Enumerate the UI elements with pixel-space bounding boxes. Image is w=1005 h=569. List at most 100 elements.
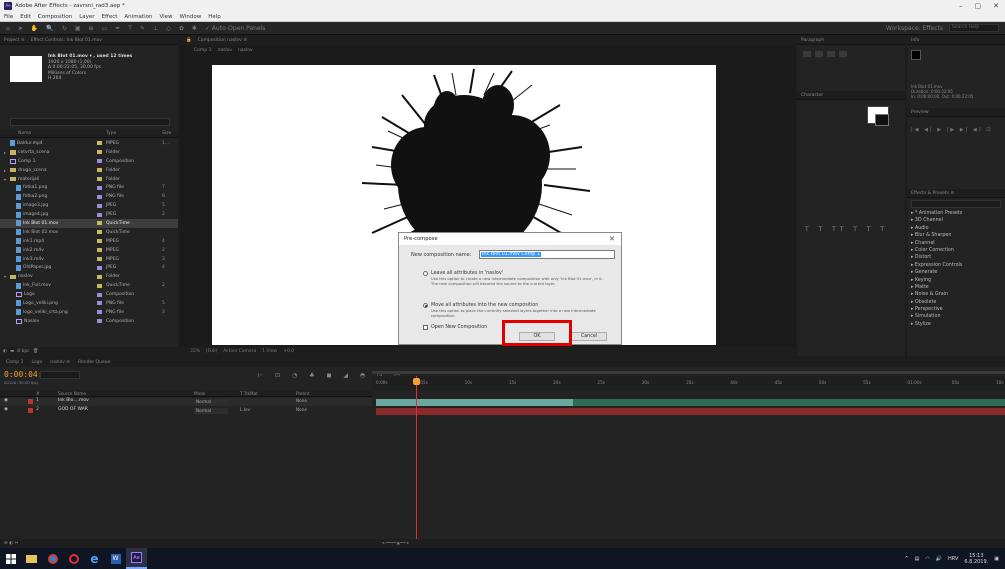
pan-behind-tool-icon[interactable]: ⊕ [89, 25, 94, 32]
after-effects-taskbar-icon[interactable]: Ae [126, 548, 147, 569]
auto-open-panels-toggle[interactable]: ✓ Auto-Open Panels [205, 25, 266, 32]
project-search-input[interactable] [10, 118, 170, 126]
effects-category[interactable]: ▸ Perspective [907, 306, 1005, 313]
time-ruler[interactable]: 0:00s 05s 10s 15s 20s 25s 30s 35s 40s 45s 50s 55s 01… [372, 376, 1005, 390]
menu-window[interactable]: Window [180, 14, 202, 20]
delete-icon[interactable]: 🗑 [33, 349, 39, 354]
label-color-chip[interactable] [97, 168, 102, 173]
home-icon[interactable]: ⌂ [6, 25, 10, 32]
menu-layer[interactable]: Layer [79, 14, 94, 20]
file-explorer-icon[interactable] [21, 548, 42, 569]
edge-icon[interactable]: e [84, 548, 105, 569]
wifi-icon[interactable]: ◠ [925, 556, 929, 562]
label-color-chip[interactable] [97, 265, 102, 270]
label-color-chip[interactable] [97, 150, 102, 155]
tab-project[interactable]: Project ≡ [4, 38, 25, 43]
current-time-indicator-head[interactable] [413, 378, 420, 385]
tab-effect-controls[interactable]: Effect Controls: Ink Blot 01.mov [31, 38, 102, 43]
breadcrumb-naslov-2[interactable]: naslov [238, 48, 253, 53]
project-item[interactable]: image4.jpg JPEG 2 [0, 210, 178, 219]
column-trkmat[interactable]: T TrkMat [240, 391, 258, 396]
label-color-chip[interactable] [97, 159, 102, 164]
stamp-tool-icon[interactable]: ⊥ [153, 25, 158, 32]
effects-category[interactable]: ▸ Matte [907, 284, 1005, 291]
type-tool-icon[interactable]: T [128, 25, 132, 32]
tab-composition-naslov[interactable]: Composition naslov ≡ [198, 38, 247, 43]
twirl-arrow-icon[interactable]: ▾ [4, 177, 8, 182]
layer-1-duration-bar[interactable] [376, 399, 573, 406]
label-color-chip[interactable] [97, 212, 102, 217]
effects-search-input[interactable] [911, 200, 1001, 208]
resolution-dropdown[interactable]: (Full) [206, 349, 217, 354]
brush-tool-icon[interactable]: ✎ [140, 25, 145, 32]
label-color-chip[interactable] [97, 177, 102, 181]
effects-category[interactable]: ▸ Noise & Grain [907, 291, 1005, 298]
layer-parent[interactable]: None [296, 398, 307, 403]
project-item[interactable]: Ink Blot 02.mov QuickTime [0, 228, 178, 237]
roto-tool-icon[interactable]: ✿ [179, 25, 184, 32]
move-attributes-radio[interactable] [423, 303, 428, 308]
justify-icon[interactable] [839, 51, 847, 57]
cancel-button[interactable]: Cancel [571, 332, 607, 341]
clock[interactable]: 15:13 6.8.2019. [964, 553, 988, 565]
effects-category[interactable]: ▸ Blur & Sharpen [907, 232, 1005, 239]
effects-category[interactable]: ▸ 3D Channel [907, 217, 1005, 224]
exposure-value[interactable]: +0,0 [283, 349, 294, 354]
layer-name[interactable]: Ink Blo....mov [58, 398, 89, 403]
label-color-chip[interactable] [97, 194, 102, 199]
label-color-chip[interactable] [97, 141, 102, 146]
tab-character[interactable]: Character [801, 93, 823, 98]
rotate-tool-icon[interactable]: ↻ [62, 25, 67, 32]
maximize-icon[interactable]: ▢ [975, 2, 982, 10]
project-item[interactable]: logo_veliki_crta.png PNG file 3 [0, 308, 178, 317]
project-item[interactable]: ▾ materijali Folder [0, 175, 178, 184]
tab-naslov[interactable]: naslov ≡ [50, 360, 70, 365]
project-item[interactable]: ▸ druga_scena Folder [0, 166, 178, 175]
tab-render-queue[interactable]: Render Queue [78, 360, 110, 365]
label-color-chip[interactable] [97, 248, 102, 253]
timeline-layer-row[interactable]: ◉ 1 Ink Blo....mov Normal None [0, 398, 372, 406]
interpret-footage-icon[interactable]: ◐ [3, 349, 7, 354]
project-item[interactable]: Naslov Composition [0, 317, 178, 326]
column-mode[interactable]: Mode [194, 391, 205, 396]
word-icon[interactable]: W [105, 548, 126, 569]
column-type[interactable]: Type [106, 131, 116, 136]
align-right-icon[interactable] [827, 51, 835, 57]
project-item[interactable]: fotka2.png PNG file 8 [0, 192, 178, 201]
project-item[interactable]: ink3.m4v MPEG 3 [0, 255, 178, 264]
project-item[interactable]: fotka1.png PNG file 7 [0, 183, 178, 192]
column-name[interactable]: Name [18, 131, 31, 136]
zoom-slider[interactable]: ◂ ━━━━▲━━ ▸ [382, 541, 409, 546]
pen-tool-icon[interactable]: ✒ [115, 25, 120, 32]
minimize-icon[interactable]: – [959, 2, 963, 10]
camera-tool-icon[interactable]: ▣ [75, 25, 81, 32]
label-color-chip[interactable] [97, 319, 102, 324]
leave-attributes-radio[interactable] [423, 271, 428, 276]
magnification-dropdown[interactable]: 33% [190, 349, 200, 354]
menu-effect[interactable]: Effect [102, 14, 118, 20]
column-size[interactable]: Size [162, 131, 171, 136]
label-color-chip[interactable] [97, 274, 102, 279]
preview-controls[interactable]: |◀ ◀| ▶ |▶ ▶| ◀) ⊡ [911, 127, 993, 133]
effects-category[interactable]: ▸ Channel [907, 240, 1005, 247]
project-item[interactable]: OldPaper.jpg JPEG 4 [0, 263, 178, 272]
rectangle-tool-icon[interactable]: ▭ [102, 25, 108, 32]
option-move-attributes[interactable]: Move all attributes into the new composi… [423, 303, 611, 318]
selection-tool-icon[interactable]: ➤ [18, 25, 23, 32]
effects-category[interactable]: ▸ * Animation Presets [907, 210, 1005, 217]
label-color-chip[interactable] [97, 283, 102, 288]
start-button[interactable] [0, 548, 21, 569]
effects-category[interactable]: ▸ Audio [907, 225, 1005, 232]
layer-blend-mode[interactable]: Normal [194, 399, 228, 405]
layer-label-color[interactable] [28, 408, 33, 413]
tab-info[interactable]: Info [911, 38, 920, 43]
align-center-icon[interactable] [815, 51, 823, 57]
menu-animation[interactable]: Animation [124, 14, 152, 20]
effects-category[interactable]: ▸ Obsolete [907, 299, 1005, 306]
twirl-arrow-icon[interactable]: ▸ [4, 168, 8, 173]
current-time-indicator[interactable] [416, 376, 417, 539]
project-item[interactable]: Ink Blot 01.mov QuickTime [0, 219, 178, 228]
menu-composition[interactable]: Composition [38, 14, 72, 20]
notifications-icon[interactable]: ▣ [994, 556, 999, 562]
layer-2-duration-bar[interactable] [376, 408, 1005, 415]
